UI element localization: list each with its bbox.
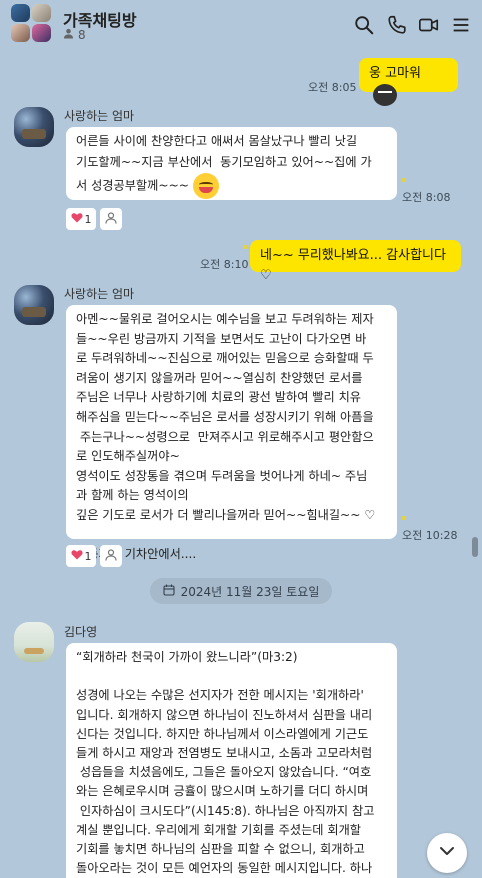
- message-text: “회개하라 천국이 가까이 왔느니라”(마3:2) 성경에 나오는 수많은 선지…: [76, 650, 375, 876]
- message-bubble[interactable]: 아멘~~물위로 걸어오시는 예수님을 보고 두려워하는 제자 들~~우린 방금까…: [66, 305, 397, 561]
- sender-name: 사랑하는 엄마: [64, 287, 135, 301]
- search-icon[interactable]: [353, 14, 375, 36]
- message-time: 오전 8:08: [402, 191, 451, 204]
- video-call-icon[interactable]: [418, 14, 440, 36]
- member-photo: [32, 4, 51, 22]
- heart-reaction[interactable]: 1: [66, 208, 96, 230]
- reaction-count: 1: [84, 212, 92, 226]
- message-time: 오전 8:10: [200, 258, 249, 271]
- chevron-down-icon: [437, 841, 457, 865]
- date-text: 2024년 11월 23일 토요일: [180, 584, 320, 599]
- menu-icon[interactable]: [450, 14, 472, 36]
- reaction-profile-button[interactable]: [100, 545, 122, 567]
- message-text: 웅 고마워: [369, 66, 421, 81]
- message-bubble[interactable]: “회개하라 천국이 가까이 왔느니라”(마3:2) 성경에 나오는 수많은 선지…: [66, 643, 397, 878]
- emoticon-sticker: [373, 84, 397, 106]
- member-photo: [32, 24, 51, 42]
- laughing-emoji: [193, 173, 219, 199]
- avatar[interactable]: [14, 622, 54, 662]
- group-avatar[interactable]: [11, 4, 53, 44]
- avatar[interactable]: [14, 285, 54, 325]
- my-message-bubble[interactable]: 네~~ 무리했나봐요... 감사합니다♡: [250, 240, 461, 283]
- message-text: 네~~ 무리했나봐요... 감사합니다♡: [260, 248, 446, 283]
- date-divider: 2024년 11월 23일 토요일: [150, 578, 332, 604]
- avatar[interactable]: [14, 107, 54, 147]
- person-icon: [105, 211, 117, 227]
- unread-indicator: [402, 178, 406, 182]
- message-bubble[interactable]: 어른들 사이에 찬양한다고 애써서 몸살났구나 빨리 낫길 기도할께~~지금 부…: [66, 127, 397, 200]
- member-count: 8: [63, 28, 86, 42]
- reaction-count: 1: [84, 549, 92, 563]
- my-message-bubble[interactable]: 웅 고마워: [359, 58, 458, 106]
- message-time: 오전 10:28: [402, 529, 458, 542]
- heart-reaction[interactable]: 1: [66, 545, 96, 567]
- message-text: 어른들 사이에 찬양한다고 애써서 몸살났구나 빨리 낫길 기도할께~~지금 부…: [76, 134, 372, 193]
- heart-icon: [70, 212, 83, 226]
- sender-name: 김다영: [64, 625, 98, 639]
- chat-header: 가족채팅방 8: [0, 0, 482, 50]
- person-icon: [63, 28, 74, 42]
- message-time: 오전 8:05: [308, 81, 357, 94]
- scrollbar-thumb[interactable]: [472, 537, 478, 557]
- member-photo: [11, 24, 30, 42]
- message-text: 아멘~~물위로 걸어오시는 예수님을 보고 두려워하는 제자 들~~우린 방금까…: [76, 312, 376, 562]
- reaction-profile-button[interactable]: [100, 208, 122, 230]
- person-icon: [105, 548, 117, 564]
- member-photo: [11, 4, 30, 22]
- heart-icon: [70, 549, 83, 563]
- unread-indicator: [243, 245, 247, 249]
- unread-indicator: [402, 516, 406, 520]
- member-count-value: 8: [78, 28, 86, 42]
- sender-name: 사랑하는 엄마: [64, 109, 135, 123]
- phone-icon[interactable]: [386, 14, 408, 36]
- calendar-icon: [163, 584, 175, 599]
- scroll-to-bottom-button[interactable]: [427, 833, 467, 873]
